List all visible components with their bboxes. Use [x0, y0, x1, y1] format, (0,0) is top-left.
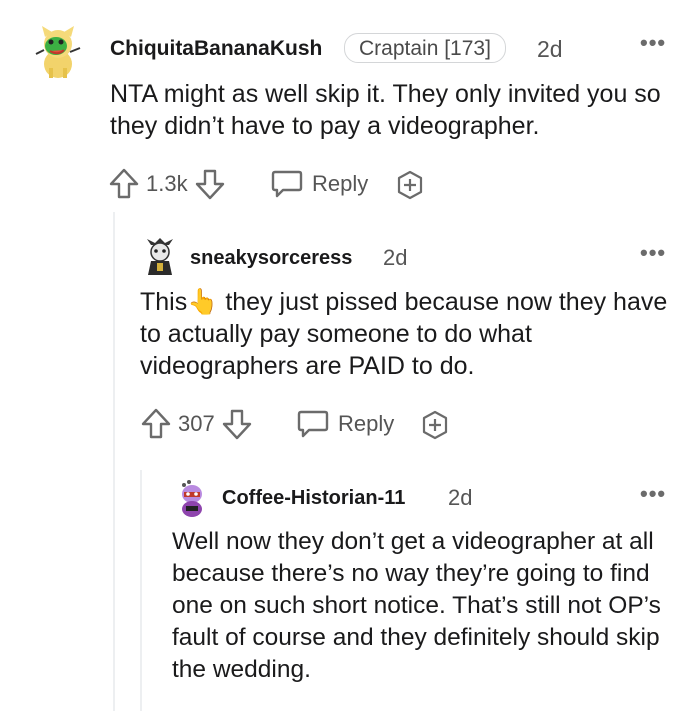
reply-button[interactable]: Reply [296, 409, 394, 439]
award-plus-icon [394, 169, 426, 201]
comment-body: Well now they don’t get a videographer a… [172, 528, 661, 683]
comment-timestamp: 2d [537, 36, 563, 62]
upvote-arrow-icon[interactable] [140, 407, 172, 441]
upvote-arrow-icon[interactable] [108, 167, 140, 201]
award-plus-icon [419, 409, 451, 441]
comment-body: This👆 they just pissed because now they … [140, 286, 670, 382]
downvote-arrow-icon[interactable] [221, 407, 253, 441]
reply-bubble-icon [270, 169, 304, 199]
comment-author[interactable]: ChiquitaBananaKush [110, 37, 322, 61]
vote-count: 307 [178, 411, 215, 436]
snoo-avatar[interactable] [30, 20, 86, 80]
more-options-icon[interactable]: ••• [640, 242, 666, 264]
more-options-icon[interactable]: ••• [640, 483, 666, 505]
comment-body-start: This [140, 288, 188, 316]
vote-controls: 307 [140, 407, 253, 441]
downvote-arrow-icon[interactable] [194, 167, 226, 201]
comment-body: NTA might as well skip it. They only inv… [110, 80, 661, 140]
comment-timestamp: 2d [448, 485, 473, 510]
reply-label: Reply [312, 171, 369, 196]
thread-line [113, 212, 115, 711]
comment-author[interactable]: Coffee-Historian-11 [222, 487, 405, 510]
reply-label: Reply [338, 411, 395, 436]
award-button[interactable] [419, 409, 451, 441]
thread-line [140, 470, 142, 711]
pointing-up-emoji: 👆 [187, 288, 219, 316]
reply-bubble-icon [296, 409, 330, 439]
vote-count: 1.3k [146, 171, 188, 196]
user-flair: Craptain [173] [344, 33, 506, 63]
snoo-avatar[interactable] [143, 237, 177, 277]
comment-timestamp: 2d [383, 245, 408, 270]
comment-body-rest: they just pissed because now they have t… [140, 288, 668, 380]
more-options-icon[interactable]: ••• [640, 32, 666, 54]
comment-author[interactable]: sneakysorceress [190, 247, 352, 270]
award-button[interactable] [394, 169, 426, 201]
snoo-avatar[interactable] [175, 479, 209, 519]
reply-button[interactable]: Reply [270, 169, 368, 199]
vote-controls: 1.3k [108, 167, 226, 201]
